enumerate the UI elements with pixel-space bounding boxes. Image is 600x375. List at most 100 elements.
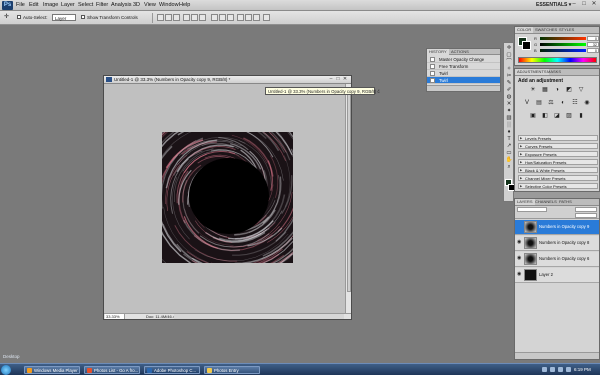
tab-channels[interactable]: CHANNELS	[533, 199, 559, 205]
align-middle-icon[interactable]	[165, 14, 172, 21]
align-bottom-icon[interactable]	[173, 14, 180, 21]
layer-row[interactable]: ◉ Layer 2	[515, 268, 599, 283]
history-row[interactable]: Twirl	[427, 70, 500, 77]
vertical-scroll-thumb[interactable]	[347, 92, 351, 292]
auto-select-dropdown[interactable]: Layer	[52, 14, 76, 21]
tab-paths[interactable]: PATHS	[557, 199, 574, 205]
distribute-top-icon[interactable]	[211, 14, 218, 21]
green-track[interactable]	[540, 43, 586, 46]
document-close-button[interactable]: ✕	[342, 77, 348, 82]
tab-layers[interactable]: LAYERS	[515, 199, 535, 205]
vibrance-v-icon[interactable]: V	[523, 100, 531, 107]
blend-mode-select[interactable]	[517, 207, 547, 212]
tab-actions[interactable]: ACTIONS	[449, 49, 471, 55]
layer-row[interactable]: ◉ Numbers in Opacity copy 6	[515, 252, 599, 267]
horizontal-scrollbar[interactable]	[174, 314, 344, 319]
auto-select-checkbox[interactable]	[17, 15, 21, 19]
distribute-left-icon[interactable]	[237, 14, 244, 21]
opacity-field[interactable]	[575, 207, 597, 212]
exposure-icon[interactable]: ◩	[565, 87, 573, 94]
posterize-icon[interactable]: ◧	[541, 113, 549, 120]
preset-black-white[interactable]: Black & White Presets	[518, 167, 598, 173]
tool-button-icon[interactable]: ✦	[505, 108, 513, 115]
color-spectrum[interactable]	[518, 57, 597, 63]
invert-icon[interactable]: ▣	[529, 113, 537, 120]
tray-volume-icon[interactable]	[550, 367, 555, 372]
green-value[interactable]: 32	[587, 42, 599, 47]
layer-row-selected[interactable]: Numbers in Opacity copy 9	[515, 220, 599, 235]
menu-view[interactable]: View	[144, 2, 156, 8]
selective-color-icon[interactable]: ▮	[577, 113, 585, 120]
black-white-icon[interactable]: ◐	[559, 100, 567, 107]
app-maximize-button[interactable]: □	[580, 1, 588, 8]
fill-field[interactable]	[575, 213, 597, 218]
menu-window[interactable]: Window	[159, 2, 179, 8]
red-value[interactable]: 0	[587, 36, 599, 41]
brightness-icon[interactable]: ☀	[529, 87, 537, 94]
document-minimize-button[interactable]: –	[328, 77, 334, 82]
align-center-icon[interactable]	[191, 14, 198, 21]
tool-button-icon[interactable]: ▢	[505, 52, 513, 59]
tool-button-icon[interactable]: ▭	[505, 150, 513, 157]
tab-history[interactable]: HISTORY	[427, 49, 449, 55]
tool-button-icon[interactable]: ▧	[505, 115, 513, 122]
preset-selective-color[interactable]: Selective Color Presets	[518, 183, 598, 189]
layer-row[interactable]: ◉ Numbers in Opacity copy 8	[515, 236, 599, 251]
menu-edit[interactable]: Edit	[29, 2, 38, 8]
menu-3d[interactable]: 3D	[133, 2, 140, 8]
tray-update-icon[interactable]	[566, 367, 571, 372]
gradient-map-icon[interactable]: ▨	[565, 113, 573, 120]
preset-exposure[interactable]: Exposure Presets	[518, 151, 598, 157]
history-row[interactable]: Master Opacity Change	[427, 56, 500, 63]
taskbar-clock[interactable]: 6:19 PM	[574, 367, 591, 372]
tool-button-icon[interactable]: ✎	[505, 80, 513, 87]
show-transform-checkbox[interactable]	[81, 15, 85, 19]
tool-button-icon[interactable]: ✕	[505, 101, 513, 108]
menu-layer[interactable]: Layer	[61, 2, 75, 8]
color-balance-icon[interactable]: ⚖	[547, 100, 555, 107]
preset-channel-mixer[interactable]: Channel Mixer Presets	[518, 175, 598, 181]
visibility-eye-icon[interactable]: ◉	[517, 272, 522, 277]
threshold-icon[interactable]: ◪	[553, 113, 561, 120]
visibility-eye-icon[interactable]: ◉	[517, 256, 522, 261]
tool-button-icon[interactable]: ✂	[505, 73, 513, 80]
align-left-icon[interactable]	[183, 14, 190, 21]
history-row[interactable]: Free Transform	[427, 63, 500, 70]
move-tool-icon[interactable]: ✛	[4, 13, 9, 20]
menu-analysis[interactable]: Analysis	[111, 2, 131, 8]
preset-curves[interactable]: Curves Presets	[518, 143, 598, 149]
vertical-scrollbar[interactable]	[345, 84, 351, 313]
photoshop-logo-icon[interactable]: Ps	[2, 1, 13, 10]
tool-button-icon[interactable]: ░	[505, 122, 513, 129]
zoom-field[interactable]: 33.33%	[105, 314, 125, 319]
menu-select[interactable]: Select	[78, 2, 93, 8]
app-minimize-button[interactable]: –	[570, 1, 578, 8]
vibrance-icon[interactable]: ▽	[577, 87, 585, 94]
menu-filter[interactable]: Filter	[96, 2, 108, 8]
workspace-switcher[interactable]: ESSENTIALS ▾	[536, 2, 571, 8]
taskbar-item-photos-entry[interactable]: Photos Entry	[204, 366, 260, 374]
blue-slider[interactable]: B 0	[518, 48, 599, 54]
menu-help[interactable]: Help	[179, 2, 190, 8]
tray-security-icon[interactable]	[558, 367, 563, 372]
tool-button-icon[interactable]: ✧	[505, 66, 513, 73]
menu-image[interactable]: Image	[43, 2, 58, 8]
preset-hue-saturation[interactable]: Hue/Saturation Presets	[518, 159, 598, 165]
menu-file[interactable]: File	[16, 2, 25, 8]
document-maximize-button[interactable]: □	[335, 77, 341, 82]
desktop-label[interactable]: Desktop	[3, 354, 20, 359]
tool-button-icon[interactable]: ✛	[505, 45, 513, 52]
curves-icon[interactable]: ◑	[553, 87, 561, 94]
tool-button-icon[interactable]: ◍	[505, 94, 513, 101]
document-titlebar[interactable]: Untitled-1 @ 33.3% (Numbers in Opacity c…	[104, 76, 351, 84]
history-row-selected[interactable]: Twirl	[427, 77, 500, 84]
auto-align-icon[interactable]	[263, 14, 270, 21]
tray-network-icon[interactable]	[542, 367, 547, 372]
channel-mixer-icon[interactable]: ◉	[583, 100, 591, 107]
blue-track[interactable]	[540, 49, 586, 52]
taskbar-item-photoshop[interactable]: Adobe Photoshop C...	[144, 366, 200, 374]
tool-button-icon[interactable]: ✋	[505, 157, 513, 164]
blue-value[interactable]: 0	[587, 48, 599, 53]
tab-color[interactable]: COLOR	[515, 27, 534, 33]
start-button[interactable]	[1, 365, 11, 375]
